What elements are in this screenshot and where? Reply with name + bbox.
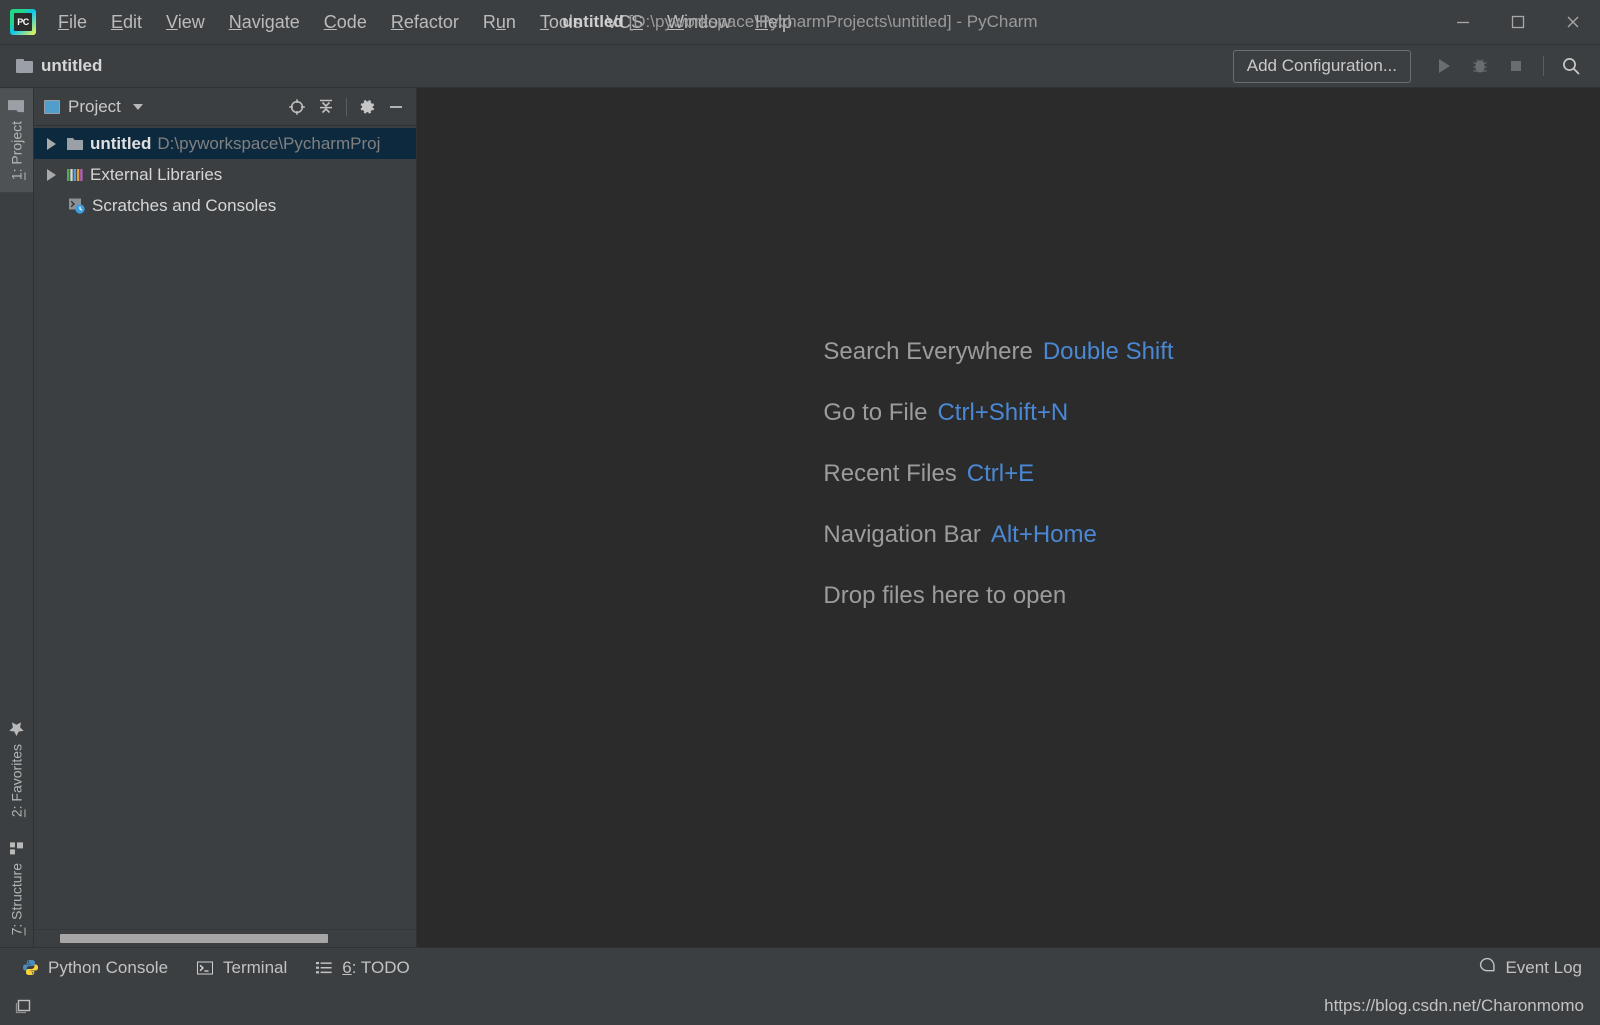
run-icon[interactable] bbox=[1427, 51, 1461, 81]
event-log-label: Event Log bbox=[1505, 957, 1582, 977]
bottom-tab-todo[interactable]: 6: TODO bbox=[301, 954, 423, 982]
libraries-icon bbox=[66, 167, 84, 183]
menu-item-code[interactable]: Code bbox=[312, 9, 379, 36]
menu-item-file[interactable]: File bbox=[46, 9, 99, 36]
project-panel-actions bbox=[283, 93, 410, 121]
tree-row-label: Scratches and Consoles bbox=[92, 195, 277, 215]
project-tool-window: Project untitled D:\pyworkspace\PycharmP… bbox=[34, 88, 417, 947]
chevron-right-icon[interactable] bbox=[42, 168, 60, 181]
editor-hint-action: Navigation Bar bbox=[823, 521, 981, 548]
menu-item-vcs[interactable]: VCS bbox=[594, 9, 655, 36]
window-controls bbox=[1435, 0, 1600, 44]
editor-hint: Navigation Bar Alt+Home bbox=[823, 521, 1173, 549]
folder-icon bbox=[8, 98, 26, 114]
menu-item-view[interactable]: View bbox=[154, 9, 217, 36]
scrollbar-thumb[interactable] bbox=[60, 934, 328, 943]
debug-icon[interactable] bbox=[1463, 51, 1497, 81]
python-icon bbox=[22, 959, 39, 976]
bottom-tabs: Python Console Terminal 6: TODO bbox=[8, 954, 424, 982]
layout-toggle-icon[interactable] bbox=[10, 993, 36, 1019]
status-bar: https://blog.csdn.net/Charonmomo bbox=[0, 987, 1600, 1025]
menu-item-tools[interactable]: Tools bbox=[528, 9, 594, 36]
editor-hint-shortcut: Double Shift bbox=[1042, 338, 1174, 365]
breadcrumb[interactable]: untitled bbox=[16, 56, 102, 76]
structure-icon bbox=[9, 840, 25, 856]
main-body: 1: Project 2: Favorites 7: Structure Proj… bbox=[0, 88, 1600, 947]
editor-hint: Search Everywhere Double Shift bbox=[823, 338, 1173, 366]
project-view-icon bbox=[44, 99, 60, 114]
editor-hint-action: Recent Files bbox=[823, 460, 957, 487]
menu-item-help[interactable]: Help bbox=[743, 9, 804, 36]
editor-hint: Recent Files Ctrl+E bbox=[823, 460, 1173, 488]
search-icon[interactable] bbox=[1554, 51, 1588, 81]
chevron-down-icon bbox=[132, 103, 143, 110]
pycharm-window: FileEditViewNavigateCodeRefactorRunTools… bbox=[0, 0, 1600, 1025]
editor-hint-shortcut: Ctrl+E bbox=[966, 460, 1035, 487]
hide-icon[interactable] bbox=[382, 93, 410, 121]
editor-empty-area: Search Everywhere Double Shift Go to File C… bbox=[417, 88, 1600, 947]
title-bar: FileEditViewNavigateCodeRefactorRunTools… bbox=[0, 0, 1600, 45]
editor-hint-shortcut: Alt+Home bbox=[990, 521, 1097, 548]
editor-hint-action: Go to File bbox=[823, 399, 928, 426]
menu-item-edit[interactable]: Edit bbox=[99, 9, 154, 36]
stripe-top-group: 1: Project bbox=[0, 88, 33, 193]
add-configuration-button[interactable]: Add Configuration... bbox=[1232, 49, 1411, 83]
navigation-bar: untitled Add Configuration... bbox=[0, 45, 1600, 88]
tree-row-label: untitled bbox=[90, 133, 152, 153]
close-icon[interactable] bbox=[1545, 0, 1600, 45]
stripe-bottom-group: 2: Favorites 7: Structure bbox=[0, 710, 33, 947]
stop-icon[interactable] bbox=[1499, 51, 1533, 81]
pycharm-logo-icon[interactable] bbox=[10, 9, 36, 35]
todo-icon bbox=[315, 960, 333, 976]
bottom-bar-right: Event Log bbox=[1478, 956, 1600, 980]
breadcrumb-label: untitled bbox=[41, 56, 103, 75]
editor-hint-list: Search Everywhere Double Shift Go to File C… bbox=[823, 338, 1173, 610]
panel-action-divider bbox=[346, 97, 347, 116]
menu-item-navigate[interactable]: Navigate bbox=[217, 9, 312, 36]
tool-window-button-favorites[interactable]: 2: Favorites bbox=[0, 710, 33, 829]
tree-row[interactable]: untitled D:\pyworkspace\PycharmProj bbox=[34, 128, 416, 159]
editor-hint: Go to File Ctrl+Shift+N bbox=[823, 399, 1173, 427]
bottom-tab-pythonconsole[interactable]: Python Console bbox=[8, 954, 182, 982]
menu-item-window[interactable]: Window bbox=[655, 9, 743, 36]
bottom-tab-terminal[interactable]: Terminal bbox=[182, 954, 301, 982]
editor-hint-action: Search Everywhere bbox=[823, 338, 1033, 365]
tool-window-button-structure[interactable]: 7: Structure bbox=[0, 830, 33, 947]
editor-hint: Drop files here to open bbox=[823, 582, 1173, 610]
event-log-icon bbox=[1478, 956, 1497, 980]
menu-item-refactor[interactable]: Refactor bbox=[379, 9, 471, 36]
minimize-icon[interactable] bbox=[1435, 0, 1490, 45]
project-view-selector[interactable]: Project bbox=[44, 97, 143, 117]
project-tree-scrollbar[interactable] bbox=[34, 929, 416, 947]
locate-icon[interactable] bbox=[283, 93, 311, 121]
project-panel-header: Project bbox=[34, 88, 416, 126]
menu-item-run[interactable]: Run bbox=[471, 9, 528, 36]
project-tree[interactable]: untitled D:\pyworkspace\PycharmProj Extern… bbox=[34, 126, 416, 929]
tool-window-button-project[interactable]: 1: Project bbox=[0, 88, 33, 193]
tree-row[interactable]: External Libraries bbox=[34, 159, 416, 190]
folder-icon bbox=[66, 136, 84, 152]
project-panel-title: Project bbox=[68, 96, 121, 116]
menu-bar: File Edit View Navigate Code Refactor Run Tools… bbox=[46, 0, 804, 44]
chevron-right-icon[interactable] bbox=[42, 137, 60, 150]
bottom-tool-stripe: Python Console Terminal 6: TODO Event Log bbox=[0, 947, 1600, 987]
tree-row[interactable]: Scratches and Consoles bbox=[34, 190, 416, 221]
left-tool-stripe: 1: Project 2: Favorites 7: Structure bbox=[0, 88, 34, 947]
star-icon bbox=[8, 720, 25, 737]
gear-icon[interactable] bbox=[353, 93, 381, 121]
editor-hint-action: Drop files here to open bbox=[823, 582, 1067, 609]
folder-icon bbox=[16, 59, 33, 73]
collapse-all-icon[interactable] bbox=[312, 93, 340, 121]
scratches-icon bbox=[68, 197, 86, 214]
main-toolbar: Add Configuration... bbox=[1232, 49, 1600, 83]
maximize-icon[interactable] bbox=[1490, 0, 1545, 45]
terminal-icon bbox=[196, 960, 214, 976]
watermark-url: https://blog.csdn.net/Charonmomo bbox=[1324, 996, 1584, 1015]
tree-row-label: External Libraries bbox=[90, 164, 223, 184]
tree-row-path: D:\pyworkspace\PycharmProj bbox=[157, 133, 381, 153]
event-log-button[interactable]: Event Log bbox=[1478, 956, 1582, 980]
toolbar-divider bbox=[1543, 56, 1544, 76]
editor-hint-shortcut: Ctrl+Shift+N bbox=[937, 399, 1069, 426]
